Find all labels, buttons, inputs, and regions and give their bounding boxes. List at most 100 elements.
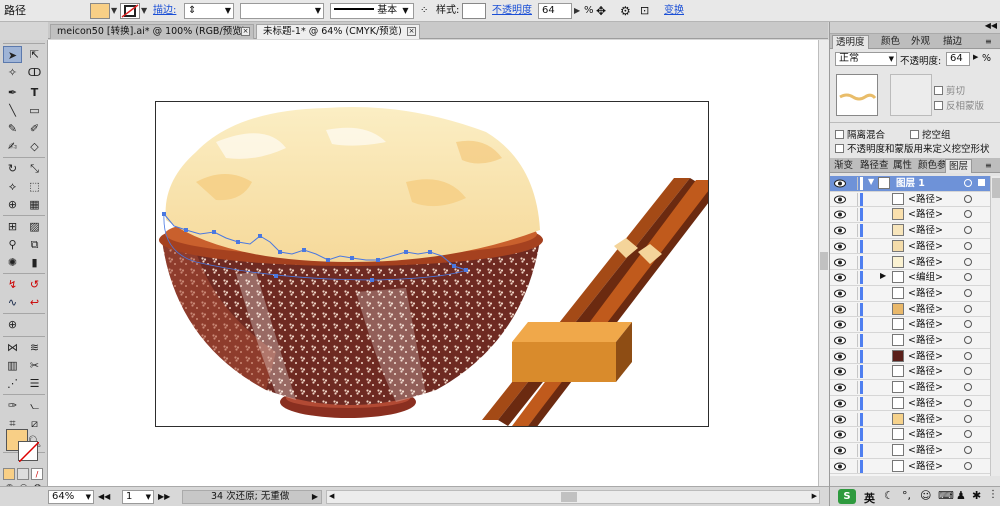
- layer-item-row[interactable]: <路径>: [830, 286, 990, 302]
- horizontal-scrollbar[interactable]: ◀ ▶: [326, 490, 820, 504]
- tab-transparency[interactable]: 透明度: [832, 35, 869, 49]
- stroke-swatch[interactable]: [120, 3, 140, 19]
- recolor-artwork-icon[interactable]: ✥: [596, 3, 606, 19]
- column-graph-tool-icon[interactable]: ▮: [25, 254, 44, 271]
- layer-item-row[interactable]: <路径>: [830, 317, 990, 333]
- eye-icon[interactable]: [834, 179, 846, 188]
- line-tool-icon[interactable]: ╲: [3, 102, 22, 119]
- shape-builder-tool-icon[interactable]: ⊕: [3, 196, 22, 213]
- tab-appearance[interactable]: 外观: [908, 35, 933, 49]
- panel-menu-icon[interactable]: ≡: [982, 159, 995, 173]
- layer-item-row[interactable]: <路径>: [830, 333, 990, 349]
- measure-tool-icon[interactable]: ⦦: [25, 397, 44, 414]
- gradient-mode-icon[interactable]: [17, 468, 29, 480]
- close-icon[interactable]: ×: [241, 27, 250, 36]
- crosshair-icon[interactable]: ⊕: [3, 316, 22, 333]
- eye-icon[interactable]: [834, 210, 846, 219]
- target-icon[interactable]: [964, 367, 972, 376]
- lock-toggle[interactable]: [849, 208, 858, 222]
- document-tab[interactable]: meicon50 [转换].ai* @ 100% (RGB/预览) ×: [50, 24, 254, 39]
- panel-menu-icon[interactable]: ≡: [982, 35, 995, 49]
- lock-toggle[interactable]: [849, 381, 858, 395]
- chevron-down-icon[interactable]: ▼: [141, 3, 147, 19]
- layers-scrollbar[interactable]: [990, 176, 1000, 476]
- canvas[interactable]: [48, 40, 818, 486]
- target-icon[interactable]: [964, 414, 972, 423]
- opacity-field[interactable]: 64: [538, 3, 572, 19]
- symbol-sprayer-tool-icon[interactable]: ✺: [3, 254, 22, 271]
- lock-toggle[interactable]: [849, 349, 858, 363]
- tab-gradient[interactable]: 渐变: [831, 159, 856, 173]
- first-artboard-icon[interactable]: ◀◀: [98, 490, 110, 504]
- layer-item-row[interactable]: <路径>: [830, 255, 990, 271]
- mesh-tool-icon[interactable]: ⊞: [3, 218, 22, 235]
- layer-item-row[interactable]: <路径>: [830, 427, 990, 443]
- layer-item-row[interactable]: <路径>: [830, 349, 990, 365]
- live-paint-selection-icon[interactable]: ↺: [25, 276, 44, 293]
- vertical-scrollbar[interactable]: [818, 40, 829, 486]
- isolate-blending-checkbox[interactable]: 隔离混合: [835, 127, 885, 141]
- selection-tool-icon[interactable]: ➤: [3, 46, 22, 63]
- layer-item-row[interactable]: <路径>: [830, 380, 990, 396]
- target-icon[interactable]: [964, 226, 972, 235]
- target-icon[interactable]: [964, 257, 972, 266]
- lock-toggle[interactable]: [849, 224, 858, 238]
- align-icon[interactable]: ⊡: [640, 3, 649, 19]
- eye-icon[interactable]: [834, 462, 846, 471]
- gradient-tool-icon[interactable]: ▨: [25, 218, 44, 235]
- layer-item-row[interactable]: <路径>: [830, 412, 990, 428]
- scroll-thumb[interactable]: [820, 252, 828, 270]
- eye-icon[interactable]: [834, 289, 846, 298]
- target-icon[interactable]: [964, 273, 972, 282]
- rice-bowl-illustration[interactable]: [156, 102, 709, 427]
- eraser-tool-icon[interactable]: ◇: [25, 138, 44, 155]
- width-tool-icon[interactable]: ⟡: [3, 178, 22, 195]
- align-grid-icon[interactable]: ⁘: [420, 3, 428, 19]
- eye-icon[interactable]: [834, 430, 846, 439]
- opacity-link[interactable]: 不透明度: [492, 3, 532, 19]
- tab-attributes[interactable]: 属性: [890, 159, 915, 173]
- eye-icon[interactable]: [834, 320, 846, 329]
- live-paint-bucket-icon[interactable]: ↯: [3, 276, 22, 293]
- lock-toggle[interactable]: [849, 255, 858, 269]
- lock-toggle[interactable]: [849, 443, 858, 457]
- magic-wand-tool-icon[interactable]: ✧: [3, 64, 22, 81]
- variable-width-dropdown[interactable]: ▼: [240, 3, 324, 19]
- close-icon[interactable]: ×: [407, 27, 416, 36]
- lock-toggle[interactable]: [849, 412, 858, 426]
- graph-tool-icon[interactable]: ▥: [3, 357, 22, 374]
- scroll-thumb[interactable]: [561, 492, 577, 502]
- layer-item-row[interactable]: <路径>: [830, 239, 990, 255]
- brush-definition-dropdown[interactable]: 基本 ▼: [330, 3, 414, 19]
- ime-language[interactable]: 英: [864, 490, 875, 506]
- target-icon[interactable]: [964, 320, 972, 329]
- fill-swatch[interactable]: [90, 3, 110, 19]
- eyedropper-tool-icon[interactable]: ⚲: [3, 236, 22, 253]
- target-icon[interactable]: [964, 210, 972, 219]
- direct-selection-tool-icon[interactable]: ⇱: [25, 46, 44, 63]
- target-icon[interactable]: [964, 288, 972, 297]
- warp-tool-icon[interactable]: ≋: [25, 339, 44, 356]
- transform-link[interactable]: 变换: [664, 3, 684, 19]
- target-icon[interactable]: [964, 179, 972, 187]
- smile-icon[interactable]: ☺: [920, 489, 931, 502]
- last-artboard-icon[interactable]: ▶▶: [158, 490, 170, 504]
- stroke-link[interactable]: 描边:: [153, 3, 176, 19]
- lock-toggle[interactable]: [849, 271, 858, 285]
- eye-icon[interactable]: [834, 383, 846, 392]
- chart-tool-icon[interactable]: ⋰: [3, 375, 22, 392]
- lock-toggle[interactable]: [849, 459, 858, 473]
- layer-item-row[interactable]: <路径>: [830, 192, 990, 208]
- rotate-tool-icon[interactable]: ↻: [3, 160, 22, 177]
- invert-mask-checkbox[interactable]: 反相蒙版: [934, 98, 984, 112]
- chevron-right-icon[interactable]: ▶: [574, 3, 580, 19]
- target-icon[interactable]: [964, 445, 972, 454]
- moon-icon[interactable]: ☾: [884, 489, 894, 502]
- collapse-icon[interactable]: ◀◀: [985, 21, 997, 30]
- tab-stroke[interactable]: 描边: [940, 35, 965, 49]
- chevron-down-icon[interactable]: ▼: [111, 3, 117, 19]
- keyboard-icon[interactable]: ⌨: [938, 489, 954, 502]
- scale-tool-icon[interactable]: ⤡: [25, 160, 44, 177]
- type-tool-icon[interactable]: T: [25, 84, 44, 101]
- blend-mode-dropdown[interactable]: 正常 ▼: [835, 52, 897, 66]
